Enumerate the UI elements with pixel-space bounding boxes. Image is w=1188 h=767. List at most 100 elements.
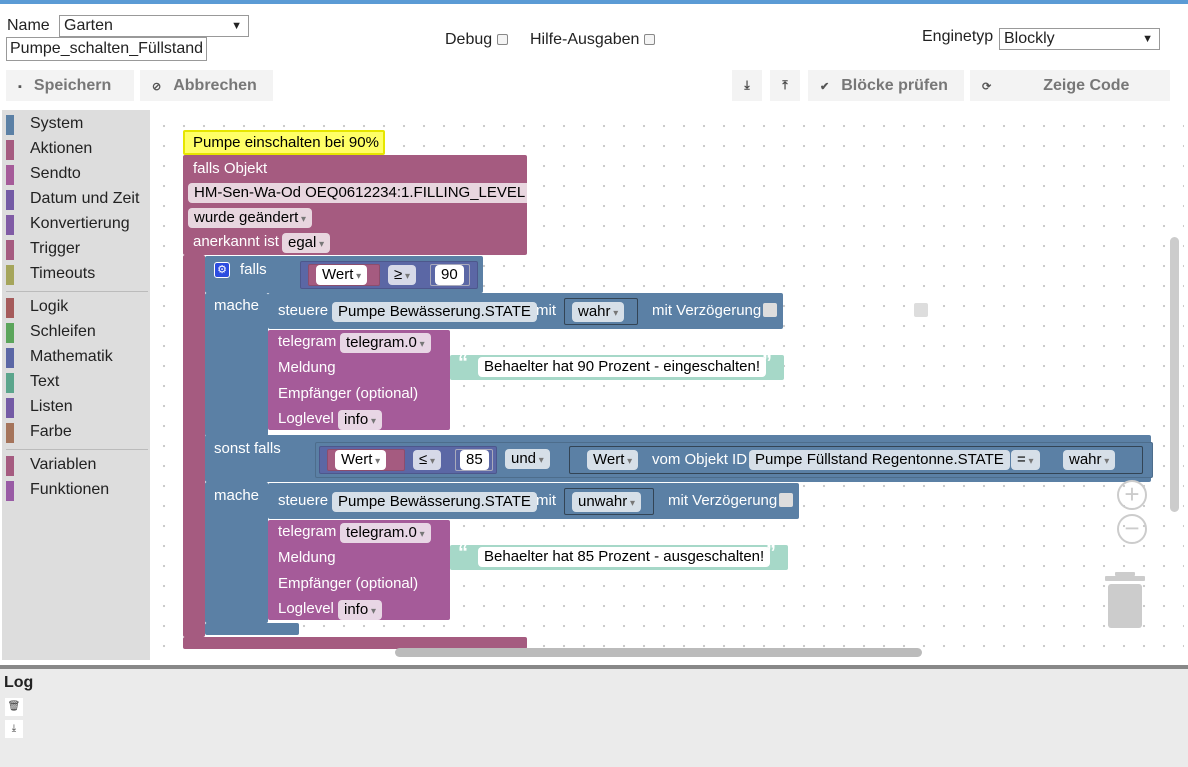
from-object-label: vom Objekt ID — [652, 451, 748, 468]
category-color — [6, 348, 14, 368]
elseif-label: sonst falls — [214, 440, 281, 457]
delay-checkbox-1[interactable] — [763, 303, 777, 317]
object-id-field[interactable]: Pumpe Füllstand Regentonne.STATE — [749, 450, 1010, 470]
operator-dropdown[interactable]: ≤ — [413, 450, 442, 470]
gear-icon[interactable]: ⚙ — [214, 262, 230, 278]
category-trigger[interactable]: Trigger — [2, 238, 150, 260]
script-name-input[interactable]: Pumpe_schalten_Füllstand — [6, 37, 207, 61]
bool-block-2[interactable]: unwahr — [564, 488, 654, 515]
category-listen[interactable]: Listen — [2, 396, 150, 418]
category-variablen[interactable]: Variablen — [2, 454, 150, 476]
category-aktionen[interactable]: Aktionen — [2, 138, 150, 160]
var-dropdown[interactable]: Wert — [316, 265, 368, 285]
operator-dropdown[interactable]: ≥ — [388, 265, 417, 285]
var2-dropdown[interactable]: Wert — [587, 450, 639, 470]
text-block-2[interactable]: “ Behaelter hat 85 Prozent - ausgeschalt… — [450, 542, 788, 570]
loglevel-dropdown[interactable]: info — [338, 600, 382, 620]
debug-checkbox-wrap[interactable]: Debug — [445, 31, 509, 49]
var-block-2[interactable]: Wert — [327, 449, 405, 471]
debug-label: Debug — [445, 31, 493, 48]
engine-select[interactable]: Blockly ▼ — [999, 28, 1160, 50]
compare-block-1[interactable]: Wert ≥ 90 — [300, 261, 478, 289]
help-checkbox[interactable] — [644, 34, 656, 45]
check-blocks-button[interactable]: ✔ Blöcke prüfen — [808, 70, 964, 101]
logic-and-block[interactable]: Wert ≤ 85 und Wert vom Objekt ID Pumpe F… — [315, 442, 1153, 478]
quote-close-icon: ” — [766, 542, 776, 564]
compare-block-3[interactable]: Wert vom Objekt ID Pumpe Füllstand Regen… — [569, 446, 1143, 474]
category-label: Konvertierung — [30, 215, 130, 232]
compare-block-2[interactable]: Wert ≤ 85 — [319, 446, 497, 474]
category-color — [6, 323, 14, 343]
zoom-out-icon[interactable]: − — [1117, 514, 1147, 544]
trash-icon[interactable] — [1105, 572, 1145, 628]
loglevel-label: Loglevel — [278, 410, 334, 427]
category-text[interactable]: Text — [2, 371, 150, 393]
vertical-scrollbar[interactable] — [1170, 237, 1179, 512]
loglevel-dropdown[interactable]: info — [338, 410, 382, 430]
delay-checkbox-2[interactable] — [779, 493, 793, 507]
delay-checkbox[interactable] — [914, 303, 928, 317]
category-funktionen[interactable]: Funktionen — [2, 479, 150, 501]
control-object-field[interactable]: Pumpe Bewässerung.STATE — [332, 492, 537, 512]
control-block-1[interactable]: steuere Pumpe Bewässerung.STATE mit wahr… — [268, 293, 928, 329]
zoom-in-icon[interactable]: + — [1117, 480, 1147, 510]
comment-block[interactable]: Pumpe einschalten bei 90% — [183, 130, 385, 155]
import-button[interactable]: ⤒ — [770, 70, 800, 101]
trigger-ack-dropdown[interactable]: egal — [282, 233, 331, 253]
cancel-icon: ⊘ — [152, 81, 162, 93]
comment-text: Pumpe einschalten bei 90% — [193, 134, 379, 151]
message-label: Meldung — [278, 549, 336, 566]
var-dropdown[interactable]: Wert — [335, 450, 387, 470]
save-label: Speichern — [33, 77, 112, 94]
category-label: Timeouts — [30, 265, 96, 282]
export-button[interactable]: ⤓ — [732, 70, 762, 101]
category-konvertierung[interactable]: Konvertierung — [2, 213, 150, 235]
bool-dropdown[interactable]: wahr — [1063, 450, 1116, 470]
download-log-button[interactable]: ⤓ — [5, 720, 23, 738]
text-block-1[interactable]: “ Behaelter hat 90 Prozent - eingeschalt… — [450, 352, 784, 380]
horizontal-scrollbar[interactable] — [395, 648, 922, 657]
category-color — [6, 190, 14, 210]
category-schleifen[interactable]: Schleifen — [2, 321, 150, 343]
telegram-instance-dropdown[interactable]: telegram.0 — [340, 523, 431, 543]
category-system[interactable]: System — [2, 113, 150, 135]
category-label: System — [30, 115, 84, 132]
number-value[interactable]: 90 — [435, 265, 464, 285]
bool-block-1[interactable]: wahr — [564, 298, 638, 325]
equals-dropdown[interactable]: = — [1011, 450, 1040, 470]
trigger-condition-dropdown[interactable]: wurde geändert — [188, 208, 313, 228]
with-label: mit — [536, 492, 556, 509]
category-mathematik[interactable]: Mathematik — [2, 346, 150, 368]
chevron-down-icon: ▼ — [1142, 33, 1153, 45]
telegram-block-1[interactable]: telegram telegram.0 Meldung Empfänger (o… — [268, 330, 450, 430]
save-button[interactable]: ▪ Speichern — [6, 70, 134, 101]
folder-select[interactable]: Garten ▼ — [59, 15, 249, 37]
bool-dropdown[interactable]: wahr — [572, 302, 625, 322]
debug-checkbox[interactable] — [497, 34, 509, 45]
var-block-1[interactable]: Wert — [308, 264, 380, 286]
show-code-button[interactable]: ⟳ Zeige Code — [970, 70, 1170, 101]
blockly-workspace[interactable]: Pumpe einschalten bei 90% falls Objekt H… — [150, 110, 1184, 660]
text-value[interactable]: Behaelter hat 90 Prozent - eingeschalten… — [478, 357, 767, 377]
category-datum-und-zeit[interactable]: Datum und Zeit — [2, 188, 150, 210]
category-sendto[interactable]: Sendto — [2, 163, 150, 185]
category-farbe[interactable]: Farbe — [2, 421, 150, 443]
number-value[interactable]: 85 — [460, 450, 489, 470]
bool-dropdown[interactable]: unwahr — [572, 492, 642, 512]
category-color — [6, 115, 14, 135]
text-value[interactable]: Behaelter hat 85 Prozent - ausgeschalten… — [478, 547, 771, 567]
category-timeouts[interactable]: Timeouts — [2, 263, 150, 285]
telegram-block-2[interactable]: telegram telegram.0 Meldung Empfänger (o… — [268, 520, 450, 620]
trigger-object-id[interactable]: HM-Sen-Wa-Od OEQ0612234:1.FILLING_LEVEL — [188, 183, 532, 203]
cancel-button[interactable]: ⊘ Abbrechen — [140, 70, 273, 101]
clear-log-button[interactable]: 🗑 — [5, 698, 23, 716]
number-block[interactable]: 90 — [430, 264, 470, 286]
help-checkbox-wrap[interactable]: Hilfe-Ausgaben — [530, 31, 656, 49]
category-label: Funktionen — [30, 481, 110, 498]
control-block-2[interactable]: steuere Pumpe Bewässerung.STATE mit unwa… — [268, 483, 799, 519]
category-logik[interactable]: Logik — [2, 296, 150, 318]
control-object-field[interactable]: Pumpe Bewässerung.STATE — [332, 302, 537, 322]
and-dropdown[interactable]: und — [505, 449, 550, 469]
telegram-instance-dropdown[interactable]: telegram.0 — [340, 333, 431, 353]
number-block[interactable]: 85 — [455, 449, 493, 471]
